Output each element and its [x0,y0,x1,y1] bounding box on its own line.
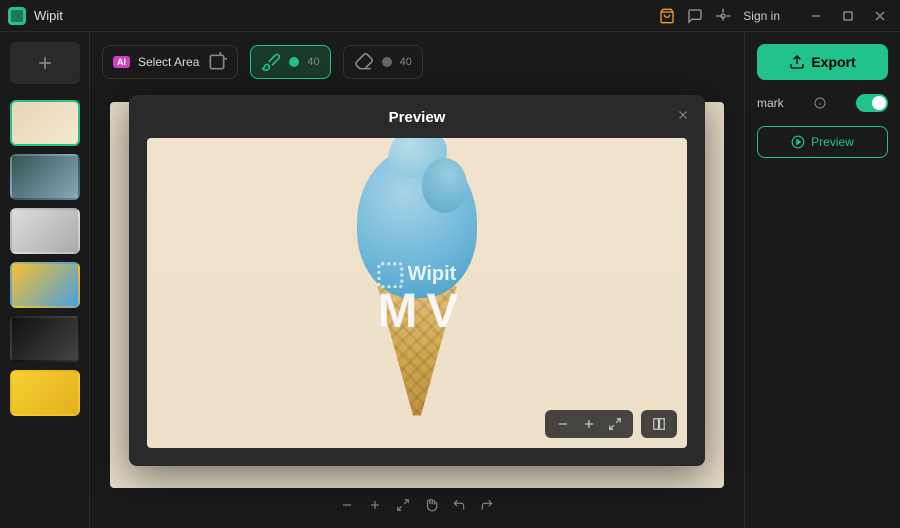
app-title: Wipit [34,8,63,23]
thumbnail-1[interactable] [10,100,80,146]
crop-icon [207,52,227,72]
signin-link[interactable]: Sign in [743,9,780,23]
maximize-button[interactable] [836,4,860,28]
watermark-sub-text: M V [377,284,456,339]
fit-screen-button[interactable] [394,496,412,514]
preview-modal-overlay: Preview Wipit M V [90,32,744,528]
preview-button[interactable]: Preview [757,126,888,158]
export-label: Export [811,54,855,70]
cart-icon[interactable] [659,8,675,24]
modal-title: Preview [147,109,687,126]
brush-icon [261,52,281,72]
thumbnail-sidebar [0,32,90,528]
eraser-tool[interactable]: 40 [343,45,423,79]
thumbnail-5[interactable] [10,316,80,362]
eraser-slider-dot[interactable] [382,57,392,67]
watermark-toggle[interactable] [856,94,888,112]
thumbnail-6[interactable] [10,370,80,416]
toolbar: AI Select Area 40 40 [90,32,744,92]
canvas-bottom-tools [326,490,508,520]
preview-modal: Preview Wipit M V [129,95,705,466]
export-button[interactable]: Export [757,44,888,80]
brush-size-value: 40 [307,56,319,68]
minimize-button[interactable] [804,4,828,28]
feedback-icon[interactable] [687,8,703,24]
pan-hand-button[interactable] [422,496,440,514]
info-icon[interactable] [814,97,826,109]
eraser-size-value: 40 [400,56,412,68]
settings-icon[interactable] [715,8,731,24]
preview-zoom-out-button[interactable] [555,416,571,432]
thumbnail-2[interactable] [10,154,80,200]
thumbnail-3[interactable] [10,208,80,254]
redo-button[interactable] [478,496,496,514]
export-icon [789,54,805,70]
thumbnail-4[interactable] [10,262,80,308]
watermark-label: mark [757,96,784,110]
preview-image[interactable]: Wipit M V [147,138,687,448]
app-logo-icon [8,7,26,25]
ai-badge: AI [113,56,130,68]
zoom-out-button[interactable] [338,496,356,514]
brush-slider-dot[interactable] [289,57,299,67]
right-panel: Export mark Preview [744,32,900,528]
select-area-label: Select Area [138,55,199,69]
watermark-toggle-row: mark [757,94,888,112]
modal-close-button[interactable] [673,105,693,125]
preview-compare-button[interactable] [651,416,667,432]
zoom-in-button[interactable] [366,496,384,514]
preview-fit-button[interactable] [607,416,623,432]
undo-button[interactable] [450,496,468,514]
preview-zoom-controls [545,410,633,438]
add-image-button[interactable] [10,42,80,84]
brush-tool[interactable]: 40 [250,45,330,79]
select-area-tool[interactable]: AI Select Area [102,45,238,79]
titlebar: Wipit Sign in [0,0,900,32]
close-button[interactable] [868,4,892,28]
eraser-icon [354,52,374,72]
preview-icon [791,135,805,149]
watermark-overlay: Wipit M V [377,262,456,339]
preview-label: Preview [811,135,854,149]
preview-zoom-in-button[interactable] [581,416,597,432]
preview-compare-control [641,410,677,438]
